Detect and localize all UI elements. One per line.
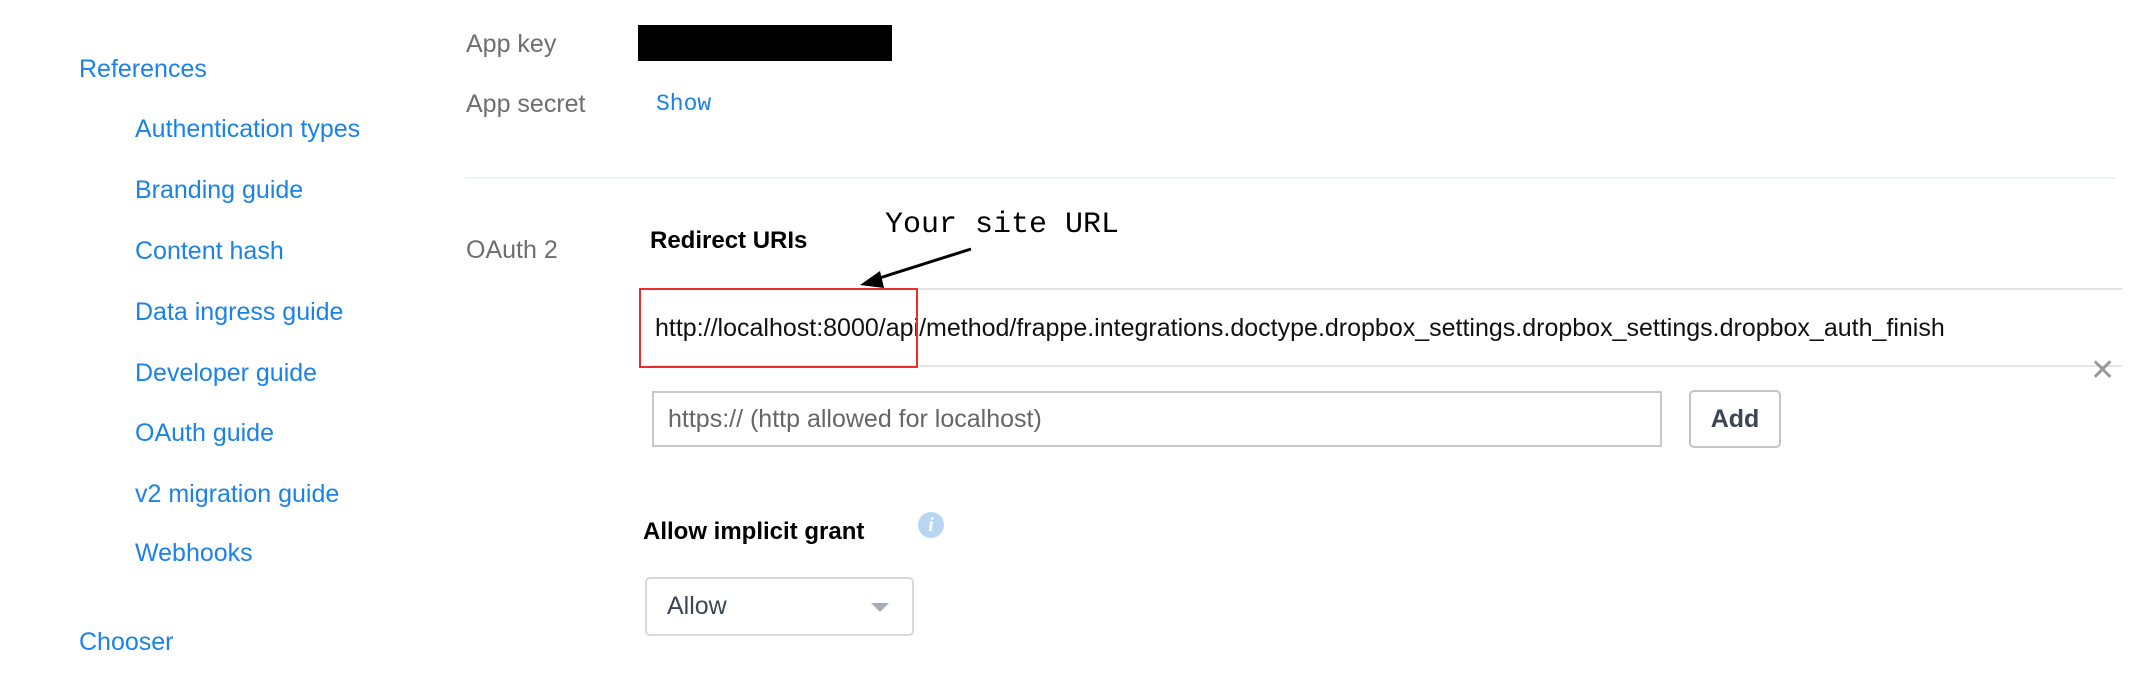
annotation-arrow	[860, 247, 972, 288]
annotation-highlight-box	[639, 288, 918, 368]
